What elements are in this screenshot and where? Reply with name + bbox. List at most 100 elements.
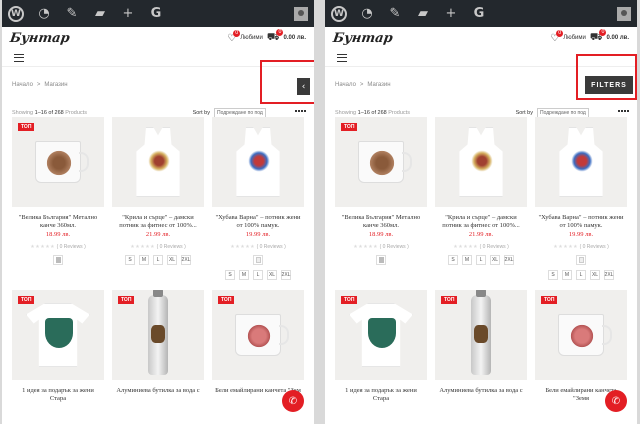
hamburger-menu-icon[interactable]: [337, 53, 347, 62]
comments-icon[interactable]: ▰: [415, 6, 431, 22]
cart-count-badge: 0: [276, 28, 284, 36]
wordpress-icon[interactable]: W: [331, 5, 347, 22]
product-title[interactable]: "Велика България" Метално канче 360мл.: [335, 214, 427, 230]
product-image[interactable]: ТОП: [335, 117, 427, 207]
product-image[interactable]: ТОП: [12, 290, 104, 380]
product-card[interactable]: ТОП 1 идея за подарък за жени Стара: [335, 290, 427, 403]
product-image[interactable]: [535, 117, 627, 207]
admin-bar: W ◔ ✎ ▰ + G: [2, 0, 314, 27]
star-rating-icon: ★★★★★: [553, 244, 579, 250]
wordpress-icon[interactable]: W: [8, 5, 24, 22]
size-swatch[interactable]: M: [239, 270, 249, 280]
product-card[interactable]: ТОП "Велика България" Метално канче 360м…: [335, 117, 427, 280]
product-card[interactable]: "Хубава Варна" – потник жени от 100% пам…: [212, 117, 304, 280]
heart-icon[interactable]: ♡ 0: [227, 29, 241, 44]
comments-icon[interactable]: ▰: [92, 6, 108, 22]
product-title[interactable]: Алуминиева бутилка за вода с: [112, 387, 204, 395]
size-swatch[interactable]: L: [476, 255, 486, 265]
product-image[interactable]: [212, 117, 304, 207]
cart-icon[interactable]: ⛟ 0: [267, 28, 284, 45]
grid-view-icon[interactable]: [618, 110, 629, 112]
site-logo[interactable]: Бунтар: [332, 31, 394, 46]
google-icon[interactable]: G: [148, 6, 164, 22]
product-image[interactable]: ТОП: [12, 117, 104, 207]
google-icon[interactable]: G: [471, 6, 487, 22]
color-swatch[interactable]: [253, 255, 263, 265]
size-swatch[interactable]: L: [253, 270, 263, 280]
product-card[interactable]: ТОП "Велика България" Метално канче 360м…: [12, 117, 104, 280]
size-swatch[interactable]: XL: [590, 270, 600, 280]
product-image[interactable]: ТОП: [112, 290, 204, 380]
cart-total[interactable]: 0.00 лв.: [283, 35, 306, 41]
highlight-box: [260, 60, 314, 104]
product-reviews: ★★★★★ ( 0 Reviews ): [553, 244, 609, 250]
product-card[interactable]: ТОП Бели емайлирани канчета "Земя: [535, 290, 627, 403]
dashboard-icon[interactable]: ◔: [359, 6, 375, 22]
user-avatar[interactable]: [294, 6, 308, 21]
breadcrumb-home[interactable]: Начало: [335, 82, 356, 88]
product-card[interactable]: ТОП 1 идея за подарък за жени Стара: [12, 290, 104, 403]
product-title[interactable]: Алуминиева бутилка за вода с: [435, 387, 527, 395]
cart-total[interactable]: 0.00 лв.: [606, 35, 629, 41]
favorites-label[interactable]: Любими: [240, 35, 263, 41]
size-swatch[interactable]: 2XL: [281, 270, 291, 280]
size-swatch[interactable]: S: [225, 270, 235, 280]
size-swatch[interactable]: 2XL: [504, 255, 514, 265]
star-rating-icon: ★★★★★: [130, 244, 156, 250]
product-card[interactable]: ТОП Алуминиева бутилка за вода с: [112, 290, 204, 403]
new-content-icon[interactable]: +: [443, 6, 459, 22]
size-swatch[interactable]: M: [462, 255, 472, 265]
dashboard-icon[interactable]: ◔: [36, 6, 52, 22]
favorites-label[interactable]: Любими: [563, 35, 586, 41]
size-swatch[interactable]: XL: [167, 255, 177, 265]
customize-brush-icon[interactable]: ✎: [64, 6, 80, 22]
size-swatch[interactable]: S: [448, 255, 458, 265]
product-image[interactable]: [435, 117, 527, 207]
hamburger-menu-icon[interactable]: [14, 53, 24, 62]
product-image[interactable]: ТОП: [335, 290, 427, 380]
grid-view-icon[interactable]: [295, 110, 306, 112]
size-swatch[interactable]: L: [576, 270, 586, 280]
color-swatch[interactable]: [376, 255, 386, 265]
star-rating-icon: ★★★★★: [30, 244, 56, 250]
cart-icon[interactable]: ⛟ 0: [590, 28, 607, 45]
heart-icon[interactable]: ♡ 0: [550, 29, 564, 44]
product-title[interactable]: "Крила и сърце" – дамски потник за фитне…: [435, 214, 527, 230]
size-swatch[interactable]: 2XL: [604, 270, 614, 280]
whatsapp-chat-button[interactable]: ✆: [605, 390, 627, 412]
product-image[interactable]: ТОП: [435, 290, 527, 380]
product-image[interactable]: [112, 117, 204, 207]
top-badge: ТОП: [118, 296, 135, 304]
product-title[interactable]: "Хубава Варна" – потник жени от 100% пам…: [212, 214, 304, 230]
product-reviews: ★★★★★ ( 0 Reviews ): [453, 244, 509, 250]
product-title[interactable]: 1 идея за подарък за жени Стара: [335, 387, 427, 403]
new-content-icon[interactable]: +: [120, 6, 136, 22]
size-swatch[interactable]: S: [125, 255, 135, 265]
size-swatch[interactable]: M: [139, 255, 149, 265]
size-swatch[interactable]: S: [548, 270, 558, 280]
product-title[interactable]: 1 идея за подарък за жени Стара: [12, 387, 104, 403]
customize-brush-icon[interactable]: ✎: [387, 6, 403, 22]
user-avatar[interactable]: [617, 6, 631, 21]
product-title[interactable]: "Крила и сърце" – дамски потник за фитне…: [112, 214, 204, 230]
site-logo[interactable]: Бунтар: [9, 31, 71, 46]
product-card[interactable]: "Крила и сърце" – дамски потник за фитне…: [435, 117, 527, 280]
product-title[interactable]: "Велика България" Метално канче 360мл.: [12, 214, 104, 230]
product-card[interactable]: "Крила и сърце" – дамски потник за фитне…: [112, 117, 204, 280]
product-title[interactable]: "Хубава Варна" – потник жени от 100% пам…: [535, 214, 627, 230]
product-card[interactable]: ТОП Бели емайлирани канчета "Зем: [212, 290, 304, 403]
size-swatch[interactable]: XL: [267, 270, 277, 280]
size-swatch[interactable]: XL: [490, 255, 500, 265]
breadcrumb-home[interactable]: Начало: [12, 82, 33, 88]
color-swatch[interactable]: [53, 255, 63, 265]
product-image[interactable]: ТОП: [535, 290, 627, 380]
size-swatch[interactable]: M: [562, 270, 572, 280]
product-card[interactable]: "Хубава Варна" – потник жени от 100% пам…: [535, 117, 627, 280]
product-card[interactable]: ТОП Алуминиева бутилка за вода с: [435, 290, 527, 403]
size-swatch[interactable]: L: [153, 255, 163, 265]
color-swatch[interactable]: [576, 255, 586, 265]
whatsapp-chat-button[interactable]: ✆: [282, 390, 304, 412]
product-image[interactable]: ТОП: [212, 290, 304, 380]
star-rating-icon: ★★★★★: [453, 244, 479, 250]
size-swatch[interactable]: 2XL: [181, 255, 191, 265]
